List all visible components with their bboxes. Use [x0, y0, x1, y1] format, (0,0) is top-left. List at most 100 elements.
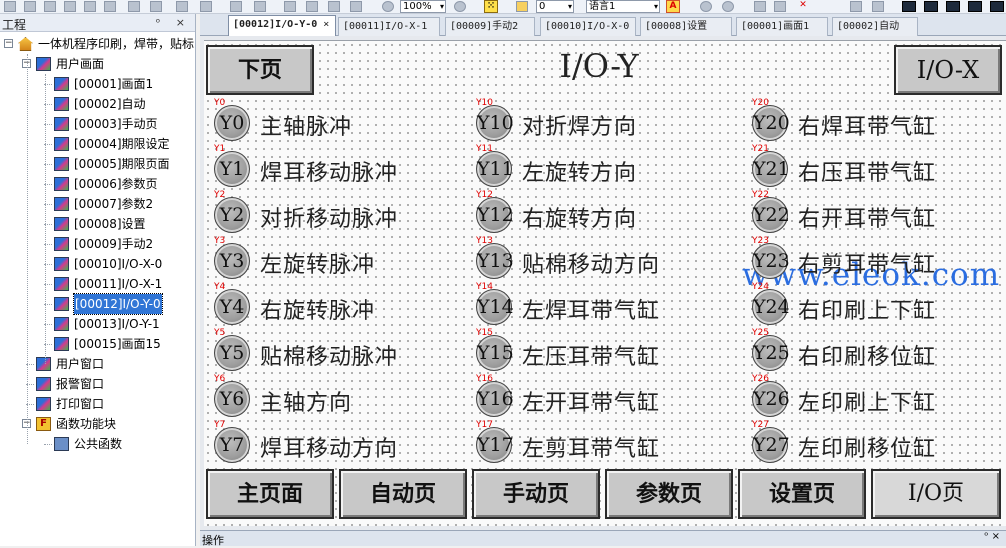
tree-item-screen[interactable]: [00003]手动页	[0, 114, 195, 134]
io-output-indicator[interactable]: Y7 Y7 焊耳移动方向	[214, 421, 464, 467]
indicator-lamp[interactable]: Y23	[752, 243, 790, 279]
io-output-indicator[interactable]: Y25 Y25 右印刷移位缸	[752, 329, 1002, 375]
indicator-lamp[interactable]: Y17	[476, 427, 514, 463]
font-icon[interactable]: A	[666, 0, 680, 13]
tree-item-screen[interactable]: [00004]期限设定	[0, 134, 195, 154]
settings-page-button[interactable]: 设置页	[738, 469, 866, 519]
tree-item-screen[interactable]: [00012]I/O-Y-0	[0, 293, 195, 315]
language-select[interactable]: 语言1 ▾	[586, 0, 660, 13]
indicator-lamp[interactable]: Y21	[752, 151, 790, 187]
toolbar-align-icon[interactable]	[284, 1, 296, 12]
next-page-button[interactable]: 下页	[206, 45, 314, 95]
toolbar-align-icon[interactable]	[4, 1, 16, 12]
indicator-lamp[interactable]: Y3	[214, 243, 250, 279]
tree-item-screen[interactable]: [00010]I/O-X-0	[0, 254, 195, 274]
io-output-indicator[interactable]: Y16 Y16 左开耳带气缸	[476, 375, 726, 421]
indicator-lamp[interactable]: Y15	[476, 335, 514, 371]
number-select[interactable]: 0 ▾	[536, 0, 574, 13]
io-output-indicator[interactable]: Y13 Y13 贴棉移动方向	[476, 237, 726, 283]
indicator-lamp[interactable]: Y7	[214, 427, 250, 463]
tree-item-screen[interactable]: [00002]自动	[0, 94, 195, 114]
tree-item-screen[interactable]: [00001]画面1	[0, 74, 195, 94]
panel-pin-close-controls[interactable]: ᵒ ×	[156, 16, 191, 29]
zoom-select[interactable]: 100% ▾	[400, 0, 446, 13]
gear-icon[interactable]	[700, 1, 712, 12]
toolbar-align-icon[interactable]	[44, 1, 56, 12]
tree-item-screen[interactable]: [00013]I/O-Y-1	[0, 314, 195, 334]
tree-item-screen[interactable]: [00008]设置	[0, 214, 195, 234]
toolbar-align-icon[interactable]	[128, 1, 140, 12]
io-output-indicator[interactable]: Y15 Y15 左压耳带气缸	[476, 329, 726, 375]
tree-item-screen[interactable]: [00009]手动2	[0, 234, 195, 254]
io-output-indicator[interactable]: Y10 Y10 对折焊方向	[476, 99, 726, 145]
indicator-lamp[interactable]: Y24	[752, 289, 790, 325]
panel-pin-close-controls[interactable]: ᵒ ×	[984, 531, 1000, 542]
indicator-lamp[interactable]: Y4	[214, 289, 250, 325]
tab-screen[interactable]: [00002]自动	[832, 17, 918, 36]
tree-item-alarm-window[interactable]: 报警窗口	[0, 374, 195, 394]
auto-page-button[interactable]: 自动页	[339, 469, 467, 519]
indicator-lamp[interactable]: Y14	[476, 289, 514, 325]
manual-page-button[interactable]: 手动页	[472, 469, 600, 519]
tree-item-screen[interactable]: [00015]画面15	[0, 334, 195, 354]
indicator-lamp[interactable]: Y13	[476, 243, 514, 279]
window-layout-icon[interactable]	[946, 1, 960, 12]
close-icon[interactable]: ✕	[796, 0, 810, 13]
window-layout-icon[interactable]	[990, 1, 1004, 12]
toolbar-align-icon[interactable]	[64, 1, 76, 12]
toolbar-align-icon[interactable]	[84, 1, 96, 12]
grid-dots-icon[interactable]: ⁙	[484, 0, 498, 13]
tool-icon[interactable]	[872, 1, 884, 12]
tree-item-project-root[interactable]: − 一体机程序印刷，焊带，贴标	[0, 34, 195, 54]
gear-icon[interactable]	[722, 1, 734, 12]
tab-screen[interactable]: [00001]画面1	[736, 17, 828, 36]
io-x-button[interactable]: I/O-X	[894, 45, 1002, 95]
main-page-button[interactable]: 主页面	[206, 469, 334, 519]
indicator-lamp[interactable]: Y25	[752, 335, 790, 371]
copy-icon[interactable]	[774, 1, 786, 12]
toolbar-align-icon[interactable]	[328, 1, 340, 12]
toolbar-align-icon[interactable]	[254, 1, 266, 12]
indicator-lamp[interactable]: Y26	[752, 381, 790, 417]
io-output-indicator[interactable]: Y4 Y4 右旋转脉冲	[214, 283, 464, 329]
tab-screen[interactable]: [00010]I/O-X-0	[540, 17, 636, 36]
io-output-indicator[interactable]: Y14 Y14 左焊耳带气缸	[476, 283, 726, 329]
tree-item-screen[interactable]: [00011]I/O-X-1	[0, 274, 195, 294]
io-output-indicator[interactable]: Y23 Y23 右剪耳带气缸	[752, 237, 1002, 283]
tree-item-print-window[interactable]: 打印窗口	[0, 394, 195, 414]
toolbar-align-icon[interactable]	[104, 1, 116, 12]
indicator-lamp[interactable]: Y27	[752, 427, 790, 463]
toolbar-align-icon[interactable]	[176, 1, 188, 12]
indicator-lamp[interactable]: Y11	[476, 151, 514, 187]
io-output-indicator[interactable]: Y27 Y27 左印刷移位缸	[752, 421, 1002, 467]
tab-screen[interactable]: [00009]手动2	[445, 17, 535, 36]
io-output-indicator[interactable]: Y12 Y12 右旋转方向	[476, 191, 726, 237]
window-layout-icon[interactable]	[902, 1, 916, 12]
indicator-lamp[interactable]: Y0	[214, 105, 250, 141]
indicator-lamp[interactable]: Y22	[752, 197, 790, 233]
tab-screen[interactable]: [00012]I/O-Y-0 ×	[228, 15, 336, 37]
io-output-indicator[interactable]: Y17 Y17 左剪耳带气缸	[476, 421, 726, 467]
io-output-indicator[interactable]: Y20 Y20 右焊耳带气缸	[752, 99, 1002, 145]
io-output-indicator[interactable]: Y5 Y5 贴棉移动脉冲	[214, 329, 464, 375]
tab-screen[interactable]: [00011]I/O-X-1	[338, 17, 440, 36]
tree-item-user-window[interactable]: 用户窗口	[0, 354, 195, 374]
hand-icon[interactable]	[516, 1, 528, 12]
io-output-indicator[interactable]: Y21 Y21 右压耳带气缸	[752, 145, 1002, 191]
tree-item-screen[interactable]: [00005]期限页面	[0, 154, 195, 174]
indicator-lamp[interactable]: Y10	[476, 105, 514, 141]
tree-item-screen[interactable]: [00007]参数2	[0, 194, 195, 214]
window-layout-icon[interactable]	[924, 1, 938, 12]
toolbar-align-icon[interactable]	[200, 1, 212, 12]
window-layout-icon[interactable]	[968, 1, 982, 12]
parameter-page-button[interactable]: 参数页	[605, 469, 733, 519]
indicator-lamp[interactable]: Y1	[214, 151, 250, 187]
zoom-in-icon[interactable]	[454, 1, 466, 12]
io-output-indicator[interactable]: Y2 Y2 对折移动脉冲	[214, 191, 464, 237]
tree-collapse-icon[interactable]: −	[4, 39, 13, 48]
tree-item-screen[interactable]: [00006]参数页	[0, 174, 195, 194]
font-icon[interactable]	[818, 1, 830, 12]
tool-icon[interactable]	[850, 1, 862, 12]
zoom-out-icon[interactable]	[382, 1, 394, 12]
copy-icon[interactable]	[754, 1, 766, 12]
